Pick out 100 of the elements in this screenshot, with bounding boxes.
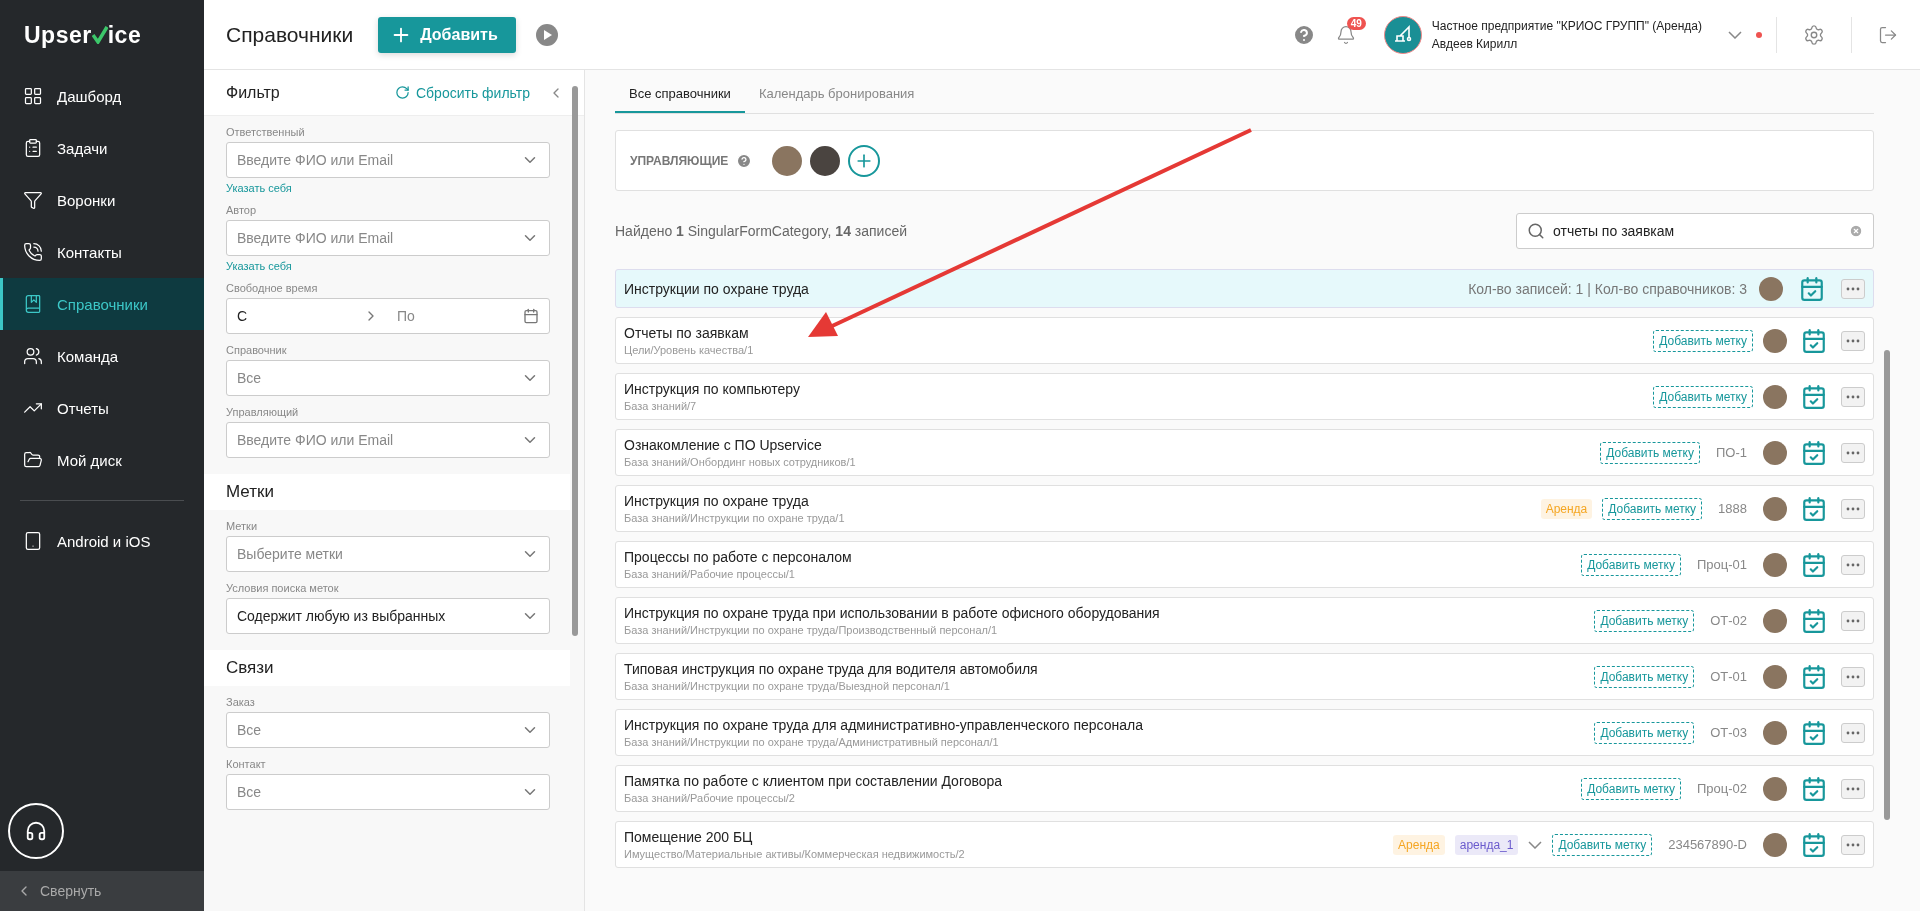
- nav-icon: [23, 242, 43, 262]
- item-code: 234567890-D: [1668, 837, 1747, 852]
- calendar-check-icon[interactable]: [1799, 275, 1825, 302]
- more-icon: [1846, 338, 1860, 343]
- more-button[interactable]: [1841, 778, 1865, 799]
- add-tag-button[interactable]: Добавить метку: [1653, 385, 1753, 408]
- play-button[interactable]: [535, 23, 558, 46]
- more-button[interactable]: [1841, 498, 1865, 519]
- more-button[interactable]: [1841, 834, 1865, 855]
- assign-self-link[interactable]: Указать себя: [226, 182, 550, 194]
- add-tag-button[interactable]: Добавить метку: [1594, 609, 1695, 632]
- nav-item[interactable]: Android и iOS: [0, 515, 204, 567]
- more-button[interactable]: [1841, 386, 1865, 407]
- calendar-check-icon[interactable]: [1801, 439, 1827, 466]
- nav-item[interactable]: Воронки: [0, 174, 204, 226]
- item-path: База знаний/Инструкции по охране труда/Административный персонал/1: [624, 736, 1000, 748]
- more-button[interactable]: [1841, 554, 1865, 575]
- add-tag-button[interactable]: Добавить метку: [1552, 833, 1653, 856]
- more-icon: [1846, 506, 1860, 511]
- select-field[interactable]: Все: [226, 774, 550, 810]
- more-icon: [1846, 674, 1860, 679]
- nav-item[interactable]: Дашборд: [0, 70, 204, 122]
- calendar-check-icon[interactable]: [1801, 383, 1827, 410]
- item-code: ОТ-02: [1710, 613, 1747, 628]
- filter-title: Фильтр: [226, 83, 280, 102]
- item-title: Помещение 200 БЦ: [624, 829, 754, 845]
- more-button[interactable]: [1841, 442, 1865, 463]
- calendar-check-icon[interactable]: [1801, 551, 1827, 578]
- more-button[interactable]: [1841, 278, 1865, 299]
- more-button[interactable]: [1841, 330, 1865, 351]
- add-tag-button[interactable]: Добавить метку: [1600, 441, 1700, 464]
- calendar-check-icon[interactable]: [1801, 775, 1827, 802]
- nav-item[interactable]: Контакты: [0, 226, 204, 278]
- tab[interactable]: Все справочники: [615, 86, 745, 113]
- tab[interactable]: Календарь бронирования: [744, 86, 929, 113]
- scrollbar[interactable]: [1884, 350, 1890, 820]
- list-row[interactable]: Инструкция по охране труда для административно-управленческого персонала База знаний/Инструкции по охране труда/Административный персонал/1 Добавить метку ОТ-03: [615, 709, 1874, 756]
- collapse-button[interactable]: Свернуть: [0, 871, 204, 911]
- calendar-check-icon[interactable]: [1801, 831, 1827, 858]
- reset-filter-link[interactable]: Сбросить фильтр: [394, 84, 530, 101]
- add-tag-button[interactable]: Добавить метку: [1653, 329, 1753, 352]
- nav-item[interactable]: Справочники: [0, 278, 204, 330]
- list-row[interactable]: Процессы по работе с персоналом База знаний/Рабочие процессы/1 Добавить метку Проц-01: [615, 541, 1874, 588]
- list-row[interactable]: Типовая инструкция по охране труда для водителя автомобиля База знаний/Инструкции по охране труда/Выездной персонал/1 Добавить метку ОТ-01: [615, 653, 1874, 700]
- add-button[interactable]: Добавить: [378, 16, 516, 53]
- add-tag-button[interactable]: Добавить метку: [1581, 777, 1681, 800]
- assign-self-link[interactable]: Указать себя: [226, 260, 550, 272]
- calendar-check-icon[interactable]: [1801, 607, 1827, 634]
- item-title: Инструкция по компьютеру: [624, 381, 801, 397]
- calendar-check-icon[interactable]: [1801, 327, 1827, 354]
- calendar-check-icon[interactable]: [1801, 719, 1827, 746]
- nav-item[interactable]: Отчеты: [0, 382, 204, 434]
- settings-button[interactable]: [1803, 23, 1825, 46]
- search-icon: [1527, 222, 1545, 240]
- select-field[interactable]: Все: [226, 712, 550, 748]
- date-range-field[interactable]: С По: [226, 298, 550, 334]
- list-row[interactable]: Инструкция по охране труда при использовании в работе офисного оборудования База знаний/Инструкции по охране труда/Производственный персонал/1 Добавить метку ОТ-02: [615, 597, 1874, 644]
- add-tag-button[interactable]: Добавить метку: [1581, 553, 1681, 576]
- nav-item[interactable]: Мой диск: [0, 434, 204, 486]
- add-tag-button[interactable]: Добавить метку: [1594, 665, 1695, 688]
- chevron-down-icon[interactable]: [1528, 840, 1543, 849]
- more-button[interactable]: [1841, 610, 1865, 631]
- search-field[interactable]: отчеты по заявкам: [1516, 213, 1874, 249]
- nav-icon: [23, 138, 43, 158]
- support-button[interactable]: [8, 803, 64, 859]
- scrollbar[interactable]: [572, 86, 578, 636]
- item-path: База знаний/Онбординг новых сотрудников/1: [624, 456, 857, 468]
- list-row[interactable]: Памятка по работе с клиентом при составлении Договора База знаний/Рабочие процессы/2 Добавить метку Проц-02: [615, 765, 1874, 812]
- nav-item[interactable]: Команда: [0, 330, 204, 382]
- clear-icon[interactable]: [1849, 224, 1863, 238]
- calendar-icon: [523, 308, 539, 324]
- select-field[interactable]: Введите ФИО или Email: [226, 422, 550, 458]
- more-button[interactable]: [1841, 666, 1865, 687]
- list-row[interactable]: Инструкция по охране труда База знаний/Инструкции по охране труда/1 Аренда Добавить метку 1888: [615, 485, 1874, 532]
- logout-button[interactable]: [1878, 24, 1898, 45]
- list-row[interactable]: Ознакомление с ПО Upservice База знаний/Онбординг новых сотрудников/1 Добавить метку ПО-1: [615, 429, 1874, 476]
- select-field[interactable]: Выберите метки: [226, 536, 550, 572]
- select-field[interactable]: Введите ФИО или Email: [226, 142, 550, 178]
- avatar: [810, 145, 841, 176]
- category-row[interactable]: Инструкции по охране труда Кол-во записей: 1 | Кол-во справочников: 3: [615, 269, 1874, 308]
- item-code: ОТ-01: [1710, 669, 1747, 684]
- list-row[interactable]: Инструкция по компьютеру База знаний/7 Добавить метку: [615, 373, 1874, 420]
- list-row[interactable]: Отчеты по заявкам Цели/Уровень качества/1 Добавить метку: [615, 317, 1874, 364]
- calendar-check-icon[interactable]: [1801, 495, 1827, 522]
- account-menu-button[interactable]: [1728, 30, 1742, 39]
- more-button[interactable]: [1841, 722, 1865, 743]
- add-manager-button[interactable]: [848, 144, 881, 177]
- nav-item[interactable]: Задачи: [0, 122, 204, 174]
- list-row[interactable]: Помещение 200 БЦ Имущество/Материальные активы/Коммерческая недвижимость/2 Аренда аренда_1 Добавить метку 234567890-D: [615, 821, 1874, 868]
- select-field[interactable]: Введите ФИО или Email: [226, 220, 550, 256]
- avatar: [1763, 552, 1787, 577]
- add-tag-button[interactable]: Добавить метку: [1602, 497, 1703, 520]
- item-title: Инструкция по охране труда при использовании в работе офисного оборудования: [624, 605, 1161, 621]
- item-path: База знаний/Инструкции по охране труда/Производственный персонал/1: [624, 624, 999, 636]
- add-tag-button[interactable]: Добавить метку: [1594, 721, 1695, 744]
- select-field[interactable]: Все: [226, 360, 550, 396]
- avatar: [772, 145, 803, 176]
- calendar-check-icon[interactable]: [1801, 663, 1827, 690]
- select-field[interactable]: Содержит любую из выбранных: [226, 598, 550, 634]
- item-path: База знаний/7: [624, 400, 698, 412]
